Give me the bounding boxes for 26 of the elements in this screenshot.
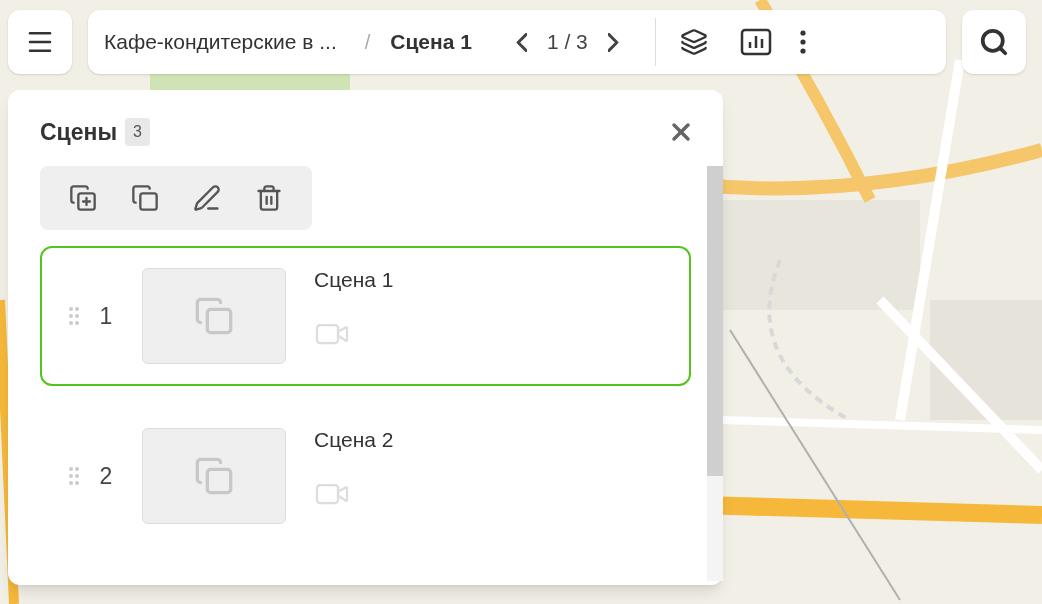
edit-icon [193,184,221,212]
page-counter: 1 / 3 [546,29,588,56]
search-icon [979,27,1009,57]
duplicate-icon [131,184,159,212]
panel-title: Сцены [40,117,118,147]
slides-icon [194,296,234,336]
search-button[interactable] [962,10,1026,74]
scene-number: 1 [98,301,114,331]
current-scene: Сцена 1 [390,29,472,56]
more-icon [799,30,806,54]
menu-button[interactable] [8,10,72,74]
layers-icon [679,28,708,56]
delete-icon [255,184,283,212]
chevron-right-icon [607,32,619,52]
slides-icon [194,456,234,496]
breadcrumb-separator: / [364,30,371,55]
chevron-left-icon [515,32,527,52]
count-badge: 3 [125,118,150,146]
scene-title: Сцена 1 [314,267,394,293]
scene-title: Сцена 2 [314,427,394,453]
project-title[interactable]: Кафе-кондитерские в ... [104,26,337,58]
scene-card[interactable]: 1 Сцена 1 [40,246,691,386]
chart-icon [739,28,772,56]
scene-number: 2 [98,461,114,491]
add-scene-icon [69,184,97,212]
scene-card[interactable]: 2 Сцена 2 [40,406,691,546]
